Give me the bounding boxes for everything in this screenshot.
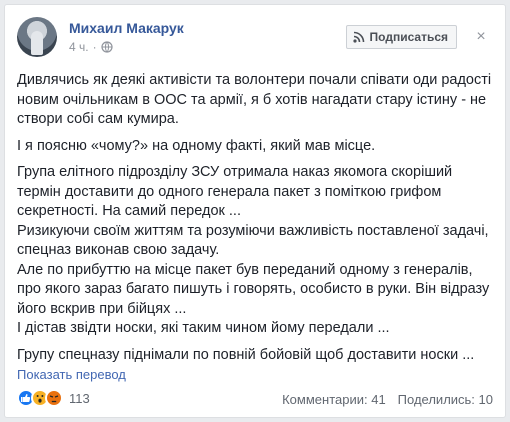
paragraph: Група елітного підрозділу ЗСУ отримала н…	[17, 164, 453, 219]
feed-icon	[352, 31, 365, 43]
post-meta: 4 ч. ·	[69, 40, 113, 54]
paragraph: Дивлячись як деякі активісти та волонтер…	[17, 72, 492, 127]
comments-count-link[interactable]: Комментарии: 41	[282, 392, 386, 407]
paragraph: І дістав звідти носки, які таким чином й…	[17, 320, 390, 336]
paragraph: І я поясню «чому?» на одному факті, який…	[17, 137, 376, 154]
engagement-counts: Комментарии: 41 Поделились: 10	[282, 392, 493, 407]
paragraph: Ризикуючи своїм життям та розуміючи важл…	[17, 222, 489, 259]
avatar[interactable]	[17, 17, 57, 57]
post-header: Михаил Макарук 4 ч. · Подписаться ×	[17, 17, 493, 61]
meta-separator: ·	[92, 40, 97, 54]
post-card: Михаил Макарук 4 ч. · Подписаться × Дивл…	[4, 4, 506, 418]
angry-reaction-icon	[45, 389, 63, 407]
shares-count-link[interactable]: Поделились: 10	[398, 392, 493, 407]
post-time[interactable]: 4 ч.	[69, 40, 89, 54]
avatar-figure	[31, 31, 43, 55]
globe-icon[interactable]	[100, 41, 113, 53]
post-footer: 113 Комментарии: 41 Поделились: 10	[17, 389, 493, 413]
author-name[interactable]: Михаил Макарук	[69, 20, 184, 36]
subscribe-label: Подписаться	[369, 30, 448, 44]
paragraph: Групу спецназу піднімали по повній бойов…	[17, 346, 475, 363]
reactions-summary[interactable]: 113	[17, 389, 90, 407]
post-text: Дивлячись як деякі активісти та волонтер…	[17, 71, 493, 372]
close-icon[interactable]: ×	[471, 27, 491, 47]
paragraph: Але по прибуттю на місце пакет був перед…	[17, 261, 490, 317]
show-translation-link[interactable]: Показать перевод	[17, 367, 126, 382]
reactions-count: 113	[69, 390, 90, 406]
subscribe-button[interactable]: Подписаться	[345, 25, 457, 49]
